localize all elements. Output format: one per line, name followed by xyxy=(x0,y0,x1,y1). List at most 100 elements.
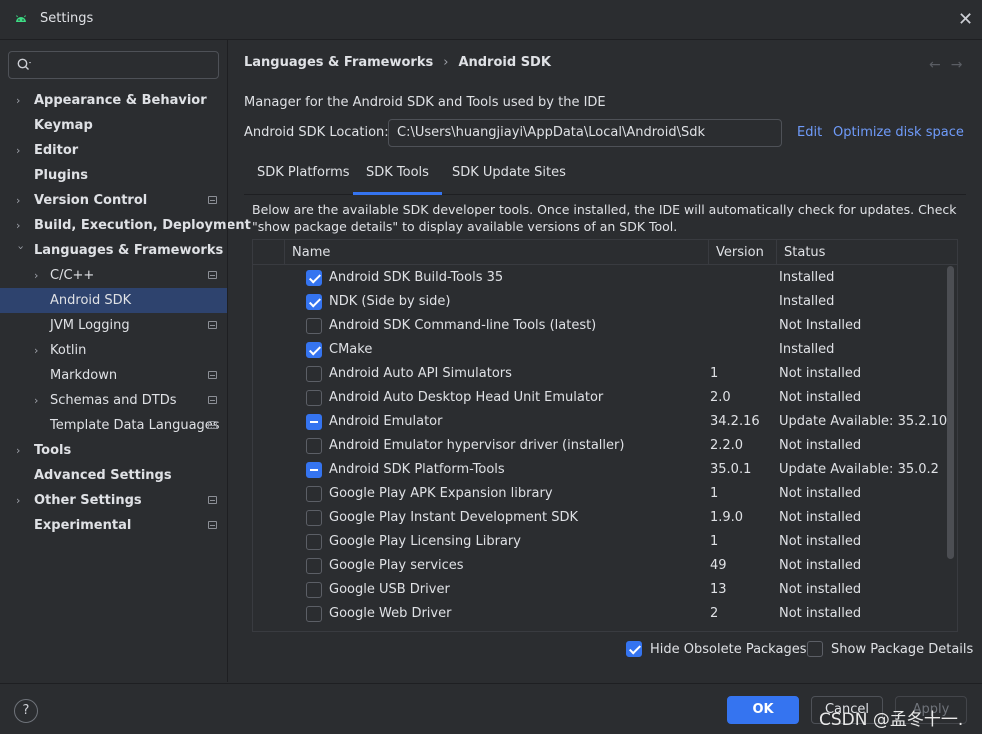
sidebar-item-editor[interactable]: › Editor xyxy=(0,138,227,163)
row-status: Not installed xyxy=(779,438,862,453)
tab-sdk-update-sites[interactable]: SDK Update Sites xyxy=(439,155,579,195)
table-row[interactable]: Android Emulator 34.2.16 Update Available:… xyxy=(253,410,947,434)
chevron-down-icon[interactable]: › xyxy=(9,246,34,256)
row-checkbox[interactable] xyxy=(306,486,322,502)
tab-sdk-platforms[interactable]: SDK Platforms xyxy=(244,155,363,195)
row-status: Not installed xyxy=(779,510,862,525)
row-checkbox[interactable] xyxy=(306,270,322,286)
row-checkbox[interactable] xyxy=(306,438,322,454)
row-version: 49 xyxy=(710,558,727,573)
search-input[interactable] xyxy=(8,51,219,79)
sidebar-item-advanced[interactable]: Advanced Settings xyxy=(0,463,227,488)
row-status: Not installed xyxy=(779,606,862,621)
table-row[interactable]: NDK (Side by side) Installed xyxy=(253,290,945,314)
chevron-right-icon[interactable]: › xyxy=(34,263,44,288)
table-row[interactable]: Google Play APK Expansion library 1 Not in… xyxy=(253,482,945,506)
table-row[interactable]: Android Auto API Simulators 1 Not installe… xyxy=(253,362,945,386)
table-row[interactable]: CMake Installed xyxy=(253,338,945,362)
breadcrumb-parent[interactable]: Languages & Frameworks xyxy=(244,55,433,70)
table-row[interactable]: Android SDK Build-Tools 35 Installed xyxy=(253,266,945,290)
row-status: Not Installed xyxy=(779,318,862,333)
table-row[interactable]: Android Auto Desktop Head Unit Emulator 2… xyxy=(253,386,945,410)
table-header: Name Version Status xyxy=(253,240,957,265)
row-status: Not installed xyxy=(779,558,862,573)
sidebar-item-tools[interactable]: › Tools xyxy=(0,438,227,463)
row-checkbox[interactable] xyxy=(306,414,322,430)
row-checkbox[interactable] xyxy=(306,558,322,574)
history-nav: ←→ xyxy=(929,57,972,73)
edit-link[interactable]: Edit xyxy=(797,125,822,140)
tab-sdk-tools[interactable]: SDK Tools xyxy=(353,155,442,195)
optimize-disk-space-link[interactable]: Optimize disk space xyxy=(833,125,964,140)
row-checkbox[interactable] xyxy=(306,294,322,310)
row-checkbox[interactable] xyxy=(306,366,322,382)
sidebar-item-android-sdk[interactable]: Android SDK xyxy=(0,288,227,313)
sidebar-item-label: Plugins xyxy=(34,168,88,183)
row-checkbox[interactable] xyxy=(306,606,322,622)
sidebar-item-template-data[interactable]: Template Data Languages xyxy=(0,413,227,438)
chevron-right-icon[interactable]: › xyxy=(34,388,44,413)
row-checkbox[interactable] xyxy=(306,342,322,358)
table-scrollbar[interactable] xyxy=(947,266,954,559)
chevron-right-icon[interactable]: › xyxy=(16,488,26,513)
sidebar-item-schemas[interactable]: › Schemas and DTDs xyxy=(0,388,227,413)
row-checkbox[interactable] xyxy=(306,390,322,406)
sidebar-item-jvm-logging[interactable]: JVM Logging xyxy=(0,313,227,338)
table-row[interactable]: Google Play Licensing Library 1 Not instal… xyxy=(253,530,945,554)
row-name: Google Play Licensing Library xyxy=(329,534,521,549)
sidebar-item-languages[interactable]: › Languages & Frameworks xyxy=(0,238,227,263)
checkbox-box[interactable] xyxy=(807,641,823,657)
table-row[interactable]: Android SDK Command-line Tools (latest) N… xyxy=(253,314,945,338)
sidebar-item-build[interactable]: › Build, Execution, Deployment xyxy=(0,213,251,238)
row-checkbox[interactable] xyxy=(306,462,322,478)
sidebar-item-version-control[interactable]: › Version Control xyxy=(0,188,227,213)
row-name: Google Play Instant Development SDK xyxy=(329,510,579,525)
forward-arrow-icon[interactable]: → xyxy=(951,57,973,73)
row-name: NDK (Side by side) xyxy=(329,294,451,309)
table-row[interactable]: Android SDK Platform-Tools 35.0.1 Update A… xyxy=(253,458,945,482)
row-checkbox[interactable] xyxy=(306,534,322,550)
sidebar-item-markdown[interactable]: Markdown xyxy=(0,363,227,388)
watermark-text: CSDN @孟冬十一. xyxy=(819,710,964,730)
sidebar-item-label: Schemas and DTDs xyxy=(50,393,177,408)
chevron-right-icon[interactable]: › xyxy=(16,213,26,238)
table-row[interactable]: Google Web Driver 2 Not installed xyxy=(253,602,945,626)
sdk-location-field[interactable]: C:\Users\huangjiayi\AppData\Local\Androi… xyxy=(388,119,782,147)
column-header-version[interactable]: Version xyxy=(708,240,776,265)
back-arrow-icon[interactable]: ← xyxy=(929,57,951,73)
sidebar-item-plugins[interactable]: Plugins xyxy=(0,163,227,188)
sidebar-item-kotlin[interactable]: › Kotlin xyxy=(0,338,227,363)
column-header-name[interactable]: Name xyxy=(284,240,708,265)
sidebar-item-appearance[interactable]: › Appearance & Behavior xyxy=(0,88,227,113)
table-row[interactable]: Android Emulator hypervisor driver (inst… xyxy=(253,434,945,458)
row-checkbox[interactable] xyxy=(306,318,322,334)
row-name: Android Emulator xyxy=(329,414,443,429)
title-bar: Settings ✕ xyxy=(0,0,982,40)
chevron-right-icon[interactable]: › xyxy=(16,188,26,213)
breadcrumb-separator: › xyxy=(443,55,449,70)
column-header-status[interactable]: Status xyxy=(776,240,957,265)
help-icon[interactable]: ? xyxy=(14,699,38,723)
row-status: Not installed xyxy=(779,486,862,501)
row-name: Google Web Driver xyxy=(329,606,452,621)
row-status: Not installed xyxy=(779,534,862,549)
chevron-right-icon[interactable]: › xyxy=(16,438,26,463)
chevron-right-icon[interactable]: › xyxy=(34,338,44,363)
table-row[interactable]: Google Play services 49 Not installed xyxy=(253,554,945,578)
row-version: 1.9.0 xyxy=(710,510,744,525)
row-checkbox[interactable] xyxy=(306,582,322,598)
chevron-right-icon[interactable]: › xyxy=(16,138,26,163)
close-icon[interactable]: ✕ xyxy=(958,11,974,29)
sidebar-item-keymap[interactable]: Keymap xyxy=(0,113,227,138)
checkbox-box[interactable] xyxy=(626,641,642,657)
sidebar-item-other[interactable]: › Other Settings xyxy=(0,488,227,513)
row-version: 1 xyxy=(710,534,719,549)
row-checkbox[interactable] xyxy=(306,510,322,526)
table-row[interactable]: Google Play Instant Development SDK 1.9.0… xyxy=(253,506,945,530)
sidebar-item-experimental[interactable]: Experimental xyxy=(0,513,227,538)
ok-button[interactable]: OK xyxy=(727,696,799,724)
sidebar-item-cpp[interactable]: › C/C++ xyxy=(0,263,227,288)
chevron-right-icon[interactable]: › xyxy=(16,88,26,113)
table-row[interactable]: Google USB Driver 13 Not installed xyxy=(253,578,945,602)
row-version: 2.0 xyxy=(710,390,731,405)
